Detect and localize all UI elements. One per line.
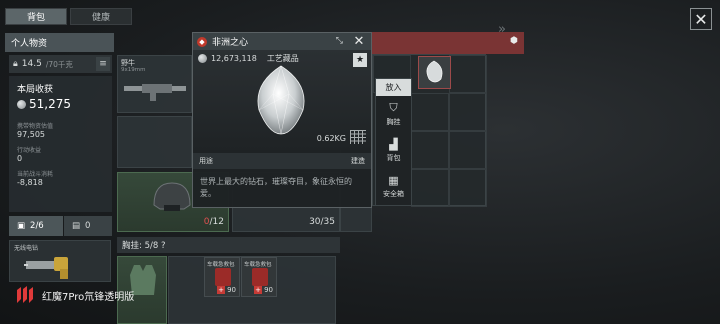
stats-panel: 本局收获 51,275 携带物资估值 97,505 行动收益 0 当前战斗消耗 … [9, 76, 112, 212]
tab-backpack[interactable]: 背包 [5, 8, 67, 25]
item-description: 世界上最大的钻石，璀璨夺目，象征永恒的爱。 [200, 177, 352, 198]
usage-label: 用途 [199, 157, 213, 165]
item-detail-popup: ◆ 非洲之心 ⤡ ✕ 12,673,118 工艺藏品 ★ 0.62KG 用途 建… [192, 32, 372, 208]
item-category: 工艺藏品 [266, 54, 299, 63]
helmet-durability-max: /12 [209, 217, 224, 227]
harvest-title: 本局收获 [17, 85, 54, 95]
usage-row: 用途 建造 [193, 153, 371, 169]
drill-icon [24, 257, 68, 279]
detail-title-bar: ◆ 非洲之心 ⤡ ✕ [193, 33, 371, 50]
grid-cell[interactable] [411, 169, 449, 207]
location-icon: ⬢ [510, 36, 518, 46]
move-to-safebox-label: 安全箱 [383, 189, 404, 198]
tool-slot[interactable]: 无线电钻 [9, 240, 111, 282]
collapse-icon[interactable]: ⤡ [336, 36, 343, 46]
device-watermark: 红魔7Pro氘锋透明版 [14, 284, 134, 306]
diamond-icon [426, 60, 443, 83]
move-to-safebox-button[interactable]: ▦ 安全箱 [376, 168, 411, 204]
price-row: 12,673,118 工艺藏品 [198, 53, 299, 64]
medkit-count-value: 90 [264, 286, 273, 294]
grid-cell[interactable] [449, 131, 487, 169]
action-income-value: 0 [17, 154, 23, 163]
plus-icon: + [254, 286, 263, 294]
rifle-icon [124, 84, 186, 101]
coin-icon [198, 54, 207, 63]
tab-backpack-slots[interactable]: ▣ 2/6 [9, 216, 63, 236]
move-to-vest-label: 胸挂 [386, 118, 401, 126]
coin-icon [17, 99, 26, 109]
current-income-value: -8,818 [17, 178, 43, 187]
favorite-star-icon[interactable]: ★ [353, 53, 367, 67]
tab-health[interactable]: 健康 [70, 8, 132, 25]
safebox-icon: ▦ [388, 173, 399, 187]
medkit-title: 车载急救包 [207, 262, 235, 268]
medkit-item[interactable]: 车载急救包 +90 [241, 257, 277, 297]
backpack-icon: ▣ [17, 221, 26, 231]
rarity-icon: ◆ [197, 36, 207, 47]
medkit-icon [215, 268, 231, 286]
gun-ammo: 9x19mm [121, 67, 146, 73]
red-magic-logo-icon [17, 286, 33, 303]
action-income-label: 行动收益 [17, 147, 42, 154]
harvest-value-text: 51,275 [29, 97, 71, 111]
pouch-icon: ▤ [72, 221, 81, 231]
close-detail-icon[interactable]: ✕ [350, 33, 368, 50]
backpack-slots-label: 2/6 [30, 221, 44, 231]
grid-cell[interactable] [449, 55, 487, 93]
item-price: 12,673,118 [211, 54, 257, 63]
medkit-item[interactable]: 车载急救包 +90 [204, 257, 240, 297]
close-icon[interactable]: ✕ [690, 8, 712, 30]
weight-value: 14.5 [21, 59, 42, 69]
medkit-count: +90 [254, 286, 273, 294]
weapon-slot[interactable]: 野牛 9x19mm [117, 55, 192, 113]
watermark-text: 红魔7Pro氘锋透明版 [42, 291, 135, 303]
tab-pouch-slots[interactable]: ▤ 0 [64, 216, 112, 236]
item-title: 非洲之心 [212, 38, 249, 48]
backpack-icon: ▟ [389, 137, 398, 151]
armor-durability: 30/35 [309, 217, 335, 227]
helmet-durability: 0/12 [204, 217, 224, 227]
pouch-slots-label: 0 [85, 221, 91, 231]
item-weight: 0.62KG [316, 134, 346, 143]
medkit-count-value: 90 [227, 286, 236, 294]
carried-label: 携带物资估值 [17, 123, 54, 130]
weight-display: 🔒︎ 14.5 /70千克 ≡ [9, 55, 112, 73]
diamond-image [257, 65, 305, 135]
plus-icon: + [217, 286, 226, 294]
helmet-icon [153, 182, 191, 211]
chest-rig-header: 胸挂: 5/8 ? [117, 237, 340, 253]
usage-value: 建造 [351, 157, 365, 165]
grid-cell[interactable] [449, 93, 487, 131]
panel-title: 个人物资 [5, 33, 114, 52]
diamond-item-cell[interactable] [418, 56, 451, 89]
harvest-value: 51,275 [17, 97, 104, 111]
move-to-backpack-button[interactable]: ▟ 背包 [376, 132, 411, 168]
empty-slot[interactable] [117, 116, 192, 168]
grid-cell[interactable] [411, 93, 449, 131]
medkit-icon [252, 268, 268, 286]
current-income-label: 当前战斗消耗 [17, 171, 54, 178]
storage-header: ⬢ [372, 32, 524, 54]
weight-lock-icon: 🔒︎ [13, 59, 18, 69]
carried-value: 97,505 [17, 130, 45, 139]
medkit-count: +90 [217, 286, 236, 294]
vest-icon: ⛉ [389, 101, 398, 114]
item-size-grid-icon [350, 130, 366, 144]
sort-list-icon[interactable]: ≡ [96, 57, 110, 71]
put-in-button[interactable]: 放入 [376, 79, 411, 96]
grid-cell[interactable] [449, 169, 487, 207]
action-menu: 放入 ⛉ 胸挂 ▟ 背包 ▦ 安全箱 [375, 78, 412, 206]
move-to-backpack-label: 背包 [386, 153, 401, 162]
medkit-title: 车载急救包 [244, 262, 272, 268]
move-to-vest-button[interactable]: ⛉ 胸挂 [376, 96, 411, 132]
weight-unit: /70千克 [45, 59, 73, 69]
grid-cell[interactable] [411, 131, 449, 169]
